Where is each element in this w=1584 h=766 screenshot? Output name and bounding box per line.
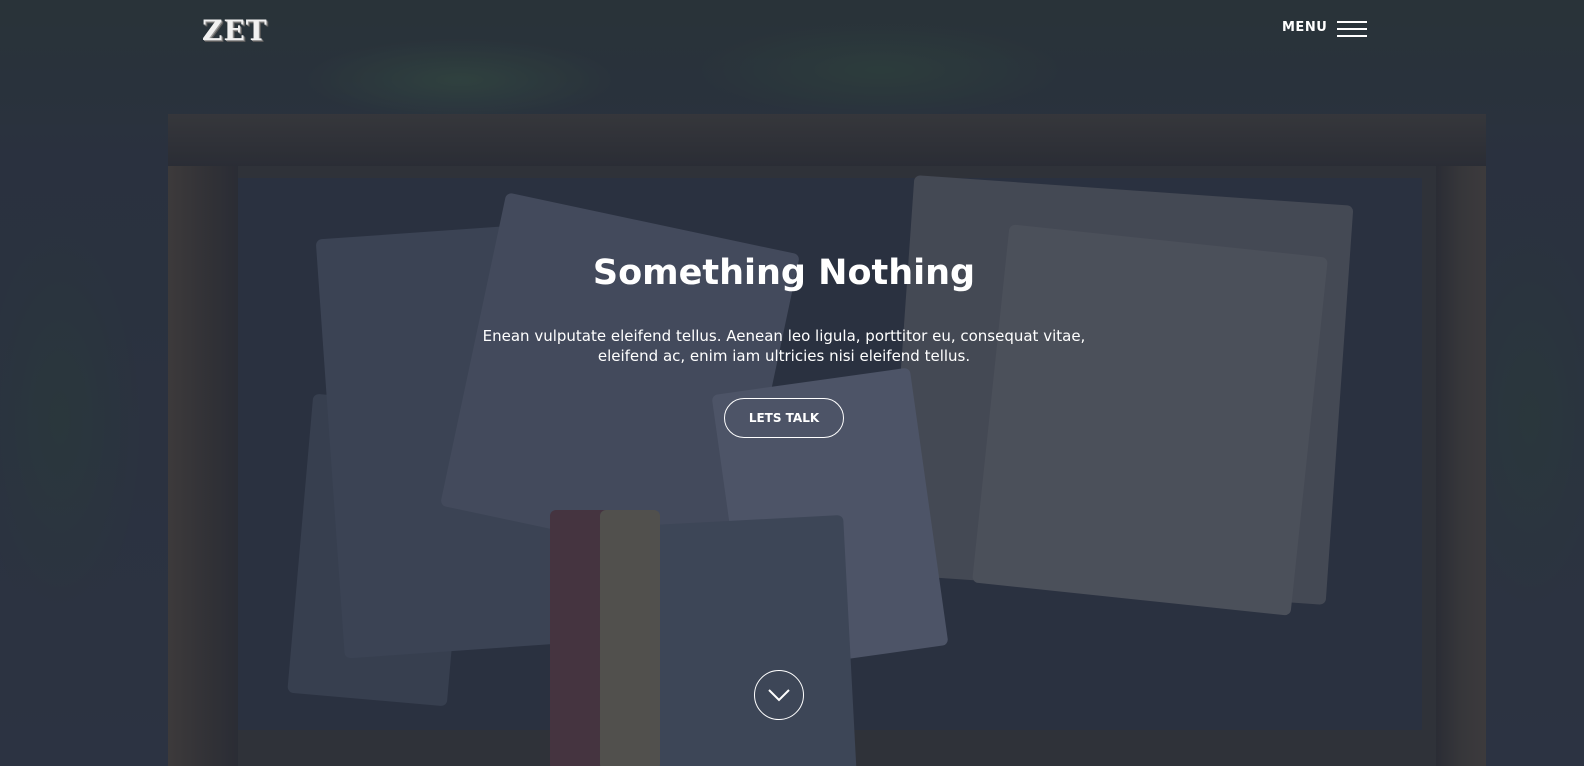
hamburger-icon xyxy=(1337,20,1368,37)
hero-section: ZET MENU Something Nothing Enean vulputa… xyxy=(0,0,1584,766)
site-logo[interactable]: ZET xyxy=(202,14,268,48)
chevron-down-icon xyxy=(768,689,790,702)
hero-subtitle: Enean vulputate eleifend tellus. Aenean … xyxy=(482,327,1086,365)
hero-title: Something Nothing xyxy=(592,253,976,293)
scroll-down-button[interactable] xyxy=(754,670,804,720)
hero-content: Something Nothing Enean vulputate eleife… xyxy=(0,248,1568,438)
menu-label: MENU xyxy=(1282,20,1328,35)
lets-talk-button[interactable]: LETS TALK xyxy=(724,398,844,438)
menu-button[interactable]: MENU xyxy=(1282,18,1368,38)
